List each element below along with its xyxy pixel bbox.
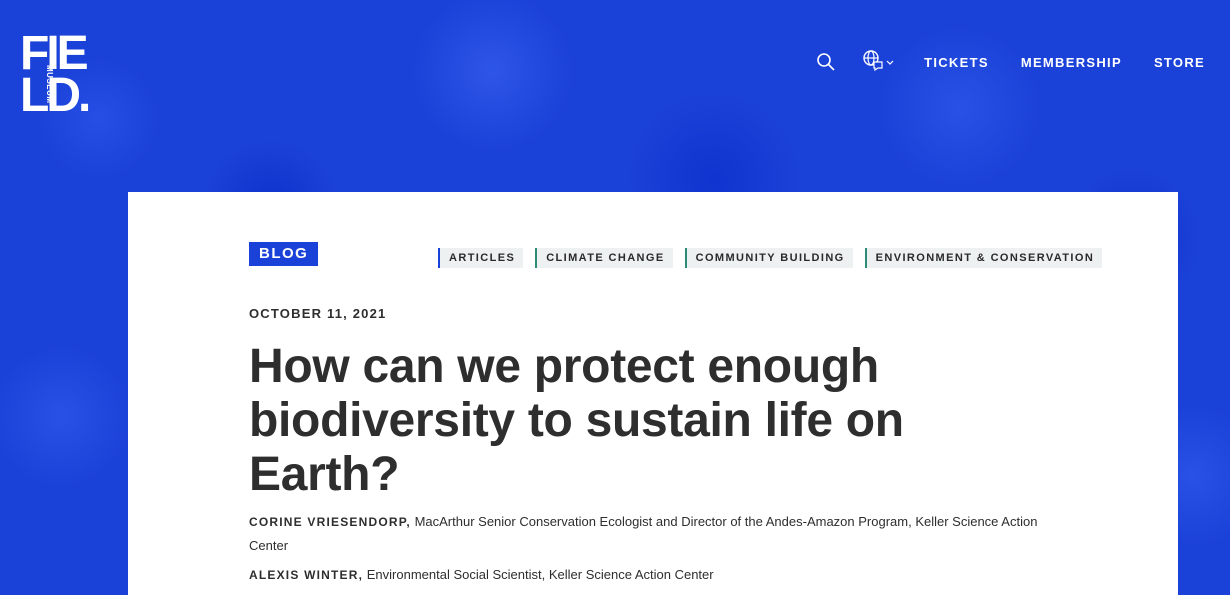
field-museum-logo[interactable]: FIE LD. MUSEUM bbox=[20, 30, 110, 123]
author-entry: CORINE VRIESENDORP, MacArthur Senior Con… bbox=[249, 510, 1039, 558]
nav-link-membership[interactable]: MEMBERSHIP bbox=[1021, 55, 1122, 70]
author-name[interactable]: CORINE VRIESENDORP, bbox=[249, 515, 411, 529]
author-entry: ALEXIS WINTER, Environmental Social Scie… bbox=[249, 563, 1039, 587]
publish-date: OCTOBER 11, 2021 bbox=[249, 306, 387, 321]
tag-environment-conservation[interactable]: ENVIRONMENT & CONSERVATION bbox=[864, 248, 1103, 268]
tag-list: ARTICLES CLIMATE CHANGE COMMUNITY BUILDI… bbox=[438, 248, 1103, 268]
badge-row: BLOG ARTICLES CLIMATE CHANGE COMMUNITY B… bbox=[249, 242, 1103, 268]
tag-articles[interactable]: ARTICLES bbox=[438, 248, 524, 268]
article-title: How can we protect enough biodiversity t… bbox=[249, 340, 904, 501]
author-role: Environmental Social Scientist, Keller S… bbox=[366, 567, 714, 582]
logo-museum-text: MUSEUM bbox=[45, 65, 54, 104]
globe-language-icon bbox=[862, 49, 884, 76]
chevron-down-icon bbox=[886, 53, 894, 71]
tag-community-building[interactable]: COMMUNITY BUILDING bbox=[684, 248, 853, 268]
article-header: BLOG ARTICLES CLIMATE CHANGE COMMUNITY B… bbox=[249, 242, 1103, 582]
search-icon[interactable] bbox=[816, 52, 836, 72]
tag-climate-change[interactable]: CLIMATE CHANGE bbox=[535, 248, 673, 268]
section-badge[interactable]: BLOG bbox=[249, 242, 319, 266]
nav-link-tickets[interactable]: TICKETS bbox=[924, 55, 989, 70]
article-card: BLOG ARTICLES CLIMATE CHANGE COMMUNITY B… bbox=[128, 192, 1178, 595]
top-navigation: TICKETS MEMBERSHIP STORE bbox=[816, 48, 1205, 76]
nav-link-store[interactable]: STORE bbox=[1154, 55, 1205, 70]
language-selector[interactable] bbox=[862, 49, 894, 76]
logo-line-2: LD. bbox=[20, 69, 91, 122]
author-name[interactable]: ALEXIS WINTER, bbox=[249, 568, 363, 582]
